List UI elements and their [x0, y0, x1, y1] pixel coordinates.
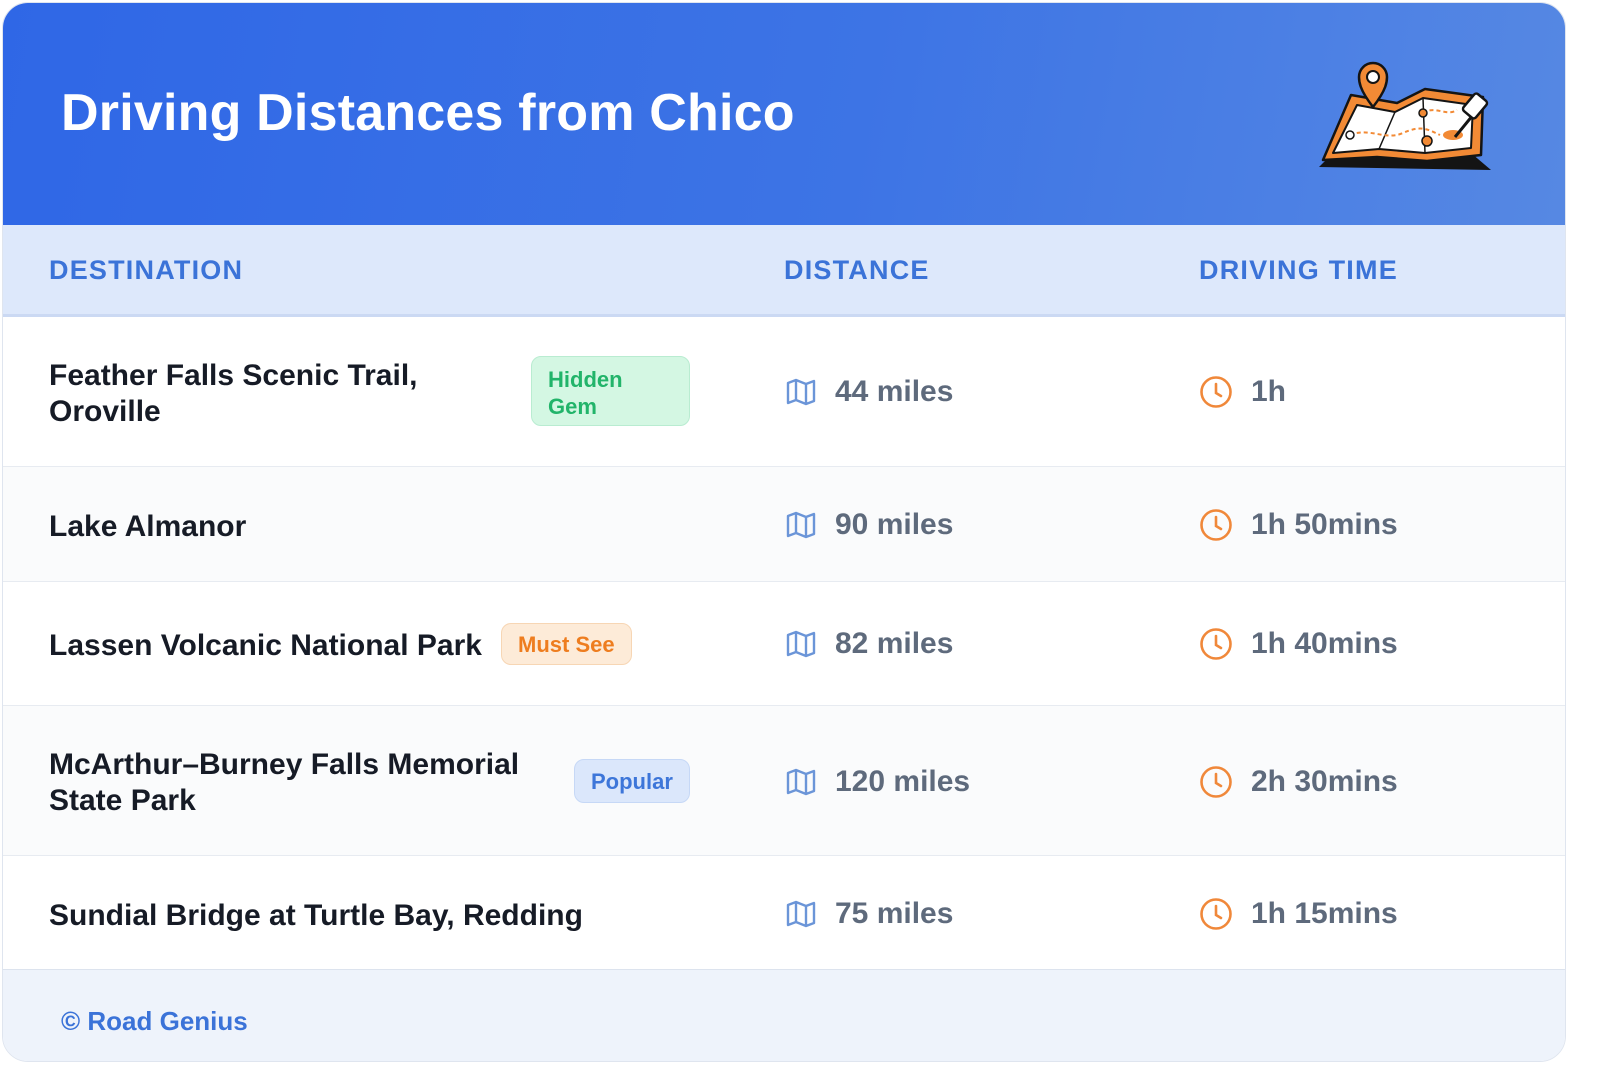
distance-value: 120 miles — [835, 765, 971, 798]
map-icon — [786, 630, 816, 658]
map-icon — [786, 768, 816, 796]
distance-cell: 75 miles — [785, 897, 953, 931]
time-cell: 1h — [1199, 375, 1286, 409]
clock-icon — [1200, 898, 1232, 930]
map-icon — [786, 900, 816, 928]
column-header-driving-time: DRIVING TIME — [1199, 255, 1398, 285]
destination-name: McArthur–Burney Falls Memorial State Par… — [49, 748, 520, 817]
distance-cell: 90 miles — [785, 508, 953, 542]
distance-value: 44 miles — [835, 375, 954, 408]
time-value: 1h 40mins — [1251, 627, 1398, 660]
footer: © Road Genius — [3, 969, 1565, 1061]
time-cell: 2h 30mins — [1199, 765, 1398, 799]
table-row: McArthur–Burney Falls Memorial State Par… — [3, 706, 1565, 856]
map-icon — [786, 511, 816, 539]
distance-value: 82 miles — [835, 627, 954, 660]
clock-icon — [1200, 628, 1232, 660]
table-header: DESTINATION DISTANCE DRIVING TIME — [3, 225, 1565, 317]
footer-credit: © Road Genius — [61, 1006, 248, 1036]
table-row: Lassen Volcanic National Park Must See 8… — [3, 582, 1565, 706]
column-header-distance: DISTANCE — [784, 255, 930, 285]
badge-popular: Popular — [574, 759, 690, 803]
table-row: Feather Falls Scenic Trail, Oroville Hid… — [3, 317, 1565, 467]
time-cell: 1h 15mins — [1199, 897, 1398, 931]
distance-value: 75 miles — [835, 897, 954, 930]
distances-card: Driving Distances from Chico DESTINATION… — [2, 2, 1566, 1062]
distance-value: 90 miles — [835, 508, 954, 541]
header-banner: Driving Distances from Chico — [3, 3, 1565, 225]
time-value: 1h 15mins — [1251, 897, 1398, 930]
destination-name: Feather Falls Scenic Trail, Oroville — [49, 359, 418, 428]
clock-icon — [1200, 766, 1232, 798]
destination-name: Lake Almanor — [49, 510, 247, 543]
page-title: Driving Distances from Chico — [61, 84, 795, 142]
time-cell: 1h 50mins — [1199, 508, 1398, 542]
table-row: Lake Almanor 90 miles 1h 50mins — [3, 467, 1565, 582]
time-value: 2h 30mins — [1251, 765, 1398, 798]
time-value: 1h 50mins — [1251, 508, 1398, 541]
distance-cell: 120 miles — [785, 765, 970, 799]
distance-cell: 44 miles — [785, 375, 953, 409]
destination-name: Lassen Volcanic National Park — [49, 629, 482, 662]
time-value: 1h — [1251, 375, 1287, 408]
distance-cell: 82 miles — [785, 627, 953, 661]
clock-icon — [1200, 376, 1232, 408]
destination-name: Sundial Bridge at Turtle Bay, Redding — [49, 899, 583, 932]
badge-must-see: Must See — [501, 623, 632, 665]
table-row: Sundial Bridge at Turtle Bay, Redding 75… — [3, 856, 1565, 969]
clock-icon — [1200, 509, 1232, 541]
map-icon — [786, 378, 816, 406]
time-cell: 1h 40mins — [1199, 627, 1398, 661]
column-header-destination: DESTINATION — [49, 255, 244, 285]
badge-hidden-gem: Hidden Gem — [531, 356, 690, 426]
map-pin-icon — [1319, 61, 1491, 170]
